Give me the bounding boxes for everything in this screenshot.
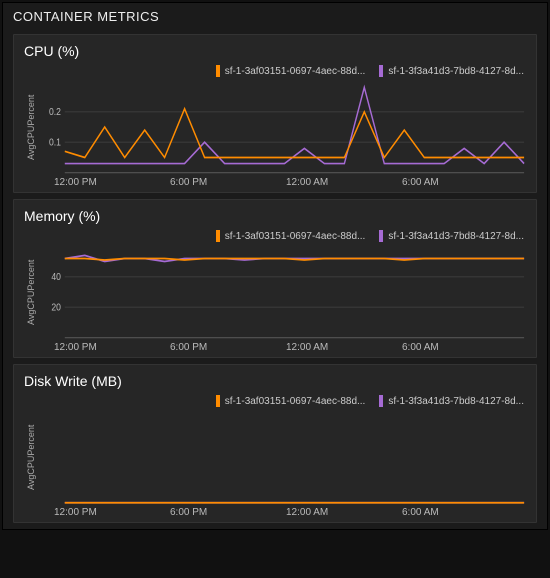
chart-title: CPU (%) [24,43,526,59]
legend-item[interactable]: sf-1-3f3a41d3-7bd8-4127-8d... [379,230,524,242]
x-tick-label: 6:00 AM [402,177,518,188]
svg-text:0.1: 0.1 [49,137,61,149]
x-axis: 12:00 PM6:00 PM12:00 AM6:00 AM [24,342,526,353]
svg-text:0.2: 0.2 [49,107,61,119]
legend-swatch-icon [379,230,383,242]
x-tick-label: 12:00 AM [286,342,402,353]
chart-body: AvgCPUPercent [24,409,526,505]
chart-body: AvgCPUPercent 0.1 0.2 [24,79,526,175]
legend-label: sf-1-3f3a41d3-7bd8-4127-8d... [388,396,524,407]
x-tick-label: 12:00 PM [54,342,170,353]
chart-title: Memory (%) [24,208,526,224]
y-axis-label: AvgCPUPercent [24,409,38,505]
legend-swatch-icon [379,65,383,77]
x-tick-label: 12:00 PM [54,507,170,518]
legend: sf-1-3af03151-0697-4aec-88d... sf-1-3f3a4… [24,395,526,407]
legend-swatch-icon [216,230,220,242]
series-line [65,87,524,163]
x-tick-label: 6:00 AM [402,342,518,353]
series-line [65,109,524,158]
legend-swatch-icon [216,395,220,407]
chart-body: AvgCPUPercent2040 [24,244,526,340]
svg-text:40: 40 [51,272,61,284]
chart-card-disk: Disk Write (MB) sf-1-3af03151-0697-4aec-8… [13,364,537,523]
legend-label: sf-1-3af03151-0697-4aec-88d... [225,66,366,77]
x-tick-label: 6:00 PM [170,177,286,188]
legend-label: sf-1-3f3a41d3-7bd8-4127-8d... [388,231,524,242]
series-line [65,259,524,260]
chart-title: Disk Write (MB) [24,373,526,389]
legend-item[interactable]: sf-1-3f3a41d3-7bd8-4127-8d... [379,395,524,407]
charts-host: CPU (%)sf-1-3af03151-0697-4aec-88d...sf-… [3,34,547,523]
legend-label: sf-1-3af03151-0697-4aec-88d... [225,231,366,242]
plot-area[interactable] [38,409,526,505]
legend-item[interactable]: sf-1-3f3a41d3-7bd8-4127-8d... [379,65,524,77]
legend-swatch-icon [379,395,383,407]
y-axis-label: AvgCPUPercent [24,79,38,175]
legend-item[interactable]: sf-1-3af03151-0697-4aec-88d... [216,230,366,242]
container-metrics-panel: CONTAINER METRICS CPU (%) sf-1-3af03151-0… [2,2,548,530]
legend-item[interactable]: sf-1-3af03151-0697-4aec-88d... [216,65,366,77]
chart-card-mem: Memory (%) sf-1-3af03151-0697-4aec-88d...… [13,199,537,358]
plot-area[interactable]: 2040 [38,244,526,340]
x-tick-label: 12:00 AM [286,507,402,518]
legend-item[interactable]: sf-1-3af03151-0697-4aec-88d... [216,395,366,407]
x-axis: 12:00 PM6:00 PM12:00 AM6:00 AM [24,507,526,518]
x-axis: 12:00 PM6:00 PM12:00 AM6:00 AM [24,177,526,188]
panel-title: CONTAINER METRICS [3,3,547,28]
x-tick-label: 12:00 AM [286,177,402,188]
x-tick-label: 6:00 PM [170,507,286,518]
legend: sf-1-3af03151-0697-4aec-88d... sf-1-3f3a4… [24,230,526,242]
svg-text:20: 20 [51,302,61,314]
x-tick-label: 6:00 AM [402,507,518,518]
legend-swatch-icon [216,65,220,77]
plot-area[interactable]: 0.1 0.2 [38,79,526,175]
x-tick-label: 12:00 PM [54,177,170,188]
y-axis-label: AvgCPUPercent [24,244,38,340]
legend-label: sf-1-3f3a41d3-7bd8-4127-8d... [388,66,524,77]
x-tick-label: 6:00 PM [170,342,286,353]
legend: sf-1-3af03151-0697-4aec-88d... sf-1-3f3a4… [24,65,526,77]
legend-label: sf-1-3af03151-0697-4aec-88d... [225,396,366,407]
chart-card-cpu: CPU (%)sf-1-3af03151-0697-4aec-88d...sf-… [13,34,537,193]
